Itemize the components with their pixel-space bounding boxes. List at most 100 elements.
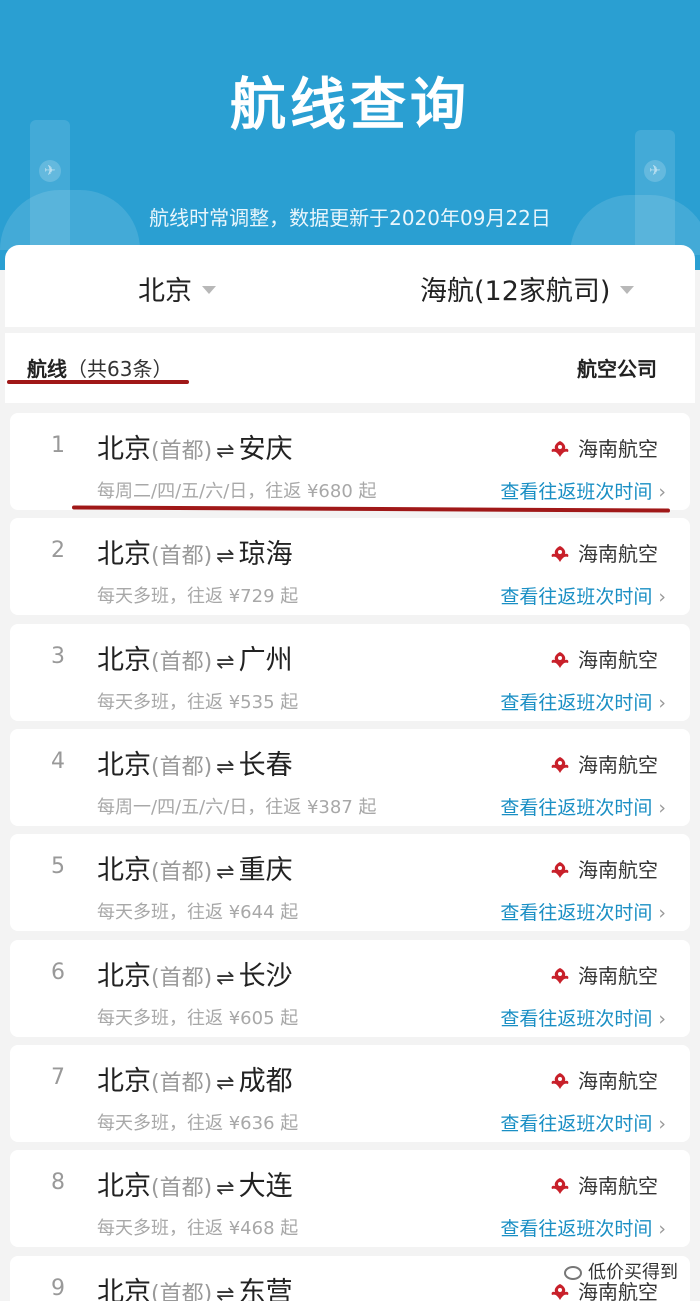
round-trip-icon: ⇌ [216, 755, 235, 780]
page-subtitle: 航线时常调整，数据更新于2020年09月22日 [149, 206, 551, 230]
route-airline: 海南航空 [550, 644, 658, 673]
route-destination: 东营 [238, 1277, 293, 1301]
tab-routes[interactable]: 航线（共63条） [27, 353, 172, 382]
view-schedule-link[interactable]: 查看往返班次时间 › [500, 793, 666, 820]
route-destination: 重庆 [238, 855, 293, 886]
view-schedule-link[interactable]: 查看往返班次时间 › [500, 688, 666, 715]
chevron-right-icon: › [658, 481, 666, 503]
route-card[interactable]: 7 北京(首都) ⇌ 成都 海南航空 每天多班，往返 ¥636 起 查看往返班次时间 › [10, 1045, 690, 1142]
view-schedule-link-label: 查看往返班次时间 [500, 1008, 653, 1030]
view-schedule-link[interactable]: 查看往返班次时间 › [500, 582, 666, 609]
route-destination: 长沙 [238, 961, 293, 992]
route-airline-name: 海南航空 [578, 542, 658, 566]
airplane-icon: ✈ [644, 160, 666, 182]
route-title: 北京(首都) ⇌ 安庆 [97, 427, 293, 466]
route-card[interactable]: 3 北京(首都) ⇌ 广州 海南航空 每天多班，往返 ¥535 起 查看往返班次时间 › [10, 624, 690, 721]
route-index: 8 [51, 1170, 65, 1195]
route-origin: 北京 [97, 1066, 151, 1097]
caret-down-icon [202, 285, 216, 294]
chevron-right-icon: › [658, 586, 666, 608]
view-schedule-link-label: 查看往返班次时间 [500, 1218, 653, 1240]
header-banner: ✈ ✈ 航线查询 航线时常调整，数据更新于2020年09月22日 [0, 0, 700, 270]
route-origin: 北京 [97, 1171, 151, 1202]
route-title: 北京(首都) ⇌ 长沙 [97, 954, 293, 993]
view-schedule-link-label: 查看往返班次时间 [500, 902, 653, 924]
route-origin: 北京 [97, 539, 151, 570]
route-airline: 海南航空 [550, 1065, 658, 1094]
airline-dropdown[interactable]: 海航(12家航司) [420, 269, 635, 308]
route-schedule: 每天多班，往返 ¥468 起 [97, 1218, 299, 1239]
round-trip-icon: ⇌ [216, 544, 235, 569]
route-card[interactable]: 2 北京(首都) ⇌ 琼海 海南航空 每天多班，往返 ¥729 起 查看往返班次时间 › [10, 518, 690, 615]
hainan-airlines-logo-icon [551, 1072, 569, 1089]
caret-down-icon [620, 285, 635, 294]
route-airline: 海南航空 [550, 1170, 658, 1199]
route-destination: 长春 [238, 750, 293, 781]
tab-routes-label: 航线 [27, 357, 67, 381]
round-trip-icon: ⇌ [216, 860, 235, 885]
route-origin-airport: (首都) [151, 755, 213, 780]
route-destination: 琼海 [238, 539, 293, 570]
route-index: 4 [51, 749, 65, 774]
route-origin-airport: (首都) [151, 966, 213, 991]
hainan-airlines-logo-icon [551, 545, 569, 562]
route-card[interactable]: 1 北京(首都) ⇌ 安庆 海南航空 每周二/四/五/六/日，往返 ¥680 起 查看往返班… [10, 413, 690, 510]
round-trip-icon: ⇌ [216, 1071, 235, 1096]
route-origin-airport: (首都) [151, 439, 213, 464]
hainan-airlines-logo-icon [551, 440, 569, 457]
route-origin: 北京 [97, 645, 151, 676]
route-origin: 北京 [97, 855, 151, 886]
view-schedule-link[interactable]: 查看往返班次时间 › [500, 898, 666, 925]
route-airline-name: 海南航空 [578, 964, 658, 988]
route-card[interactable]: 5 北京(首都) ⇌ 重庆 海南航空 每天多班，往返 ¥644 起 查看往返班次时间 › [10, 834, 690, 931]
route-destination: 广州 [238, 645, 293, 676]
hainan-airlines-logo-icon [551, 967, 569, 984]
hainan-airlines-logo-icon [551, 651, 569, 668]
route-origin: 北京 [97, 1277, 151, 1301]
route-title: 北京(首都) ⇌ 东营 [97, 1270, 293, 1301]
city-label: 北京 [138, 276, 192, 307]
view-schedule-link-label: 查看往返班次时间 [500, 481, 653, 503]
hainan-airlines-logo-icon [551, 1177, 569, 1194]
view-schedule-link[interactable]: 查看往返班次时间 › [500, 1214, 666, 1241]
route-index: 7 [51, 1065, 65, 1090]
route-origin-airport: (首都) [151, 1071, 213, 1096]
route-schedule: 每周二/四/五/六/日，往返 ¥680 起 [97, 481, 377, 502]
route-title: 北京(首都) ⇌ 大连 [97, 1164, 293, 1203]
view-schedule-link-label: 查看往返班次时间 [500, 797, 653, 819]
wechat-icon [564, 1266, 582, 1280]
chevron-right-icon: › [658, 1008, 666, 1030]
route-origin-airport: (首都) [151, 650, 213, 675]
route-airline-name: 海南航空 [578, 858, 658, 882]
route-title: 北京(首都) ⇌ 琼海 [97, 532, 293, 571]
route-index: 6 [51, 960, 65, 985]
route-schedule: 每天多班，往返 ¥605 起 [97, 1008, 299, 1029]
round-trip-icon: ⇌ [216, 439, 235, 464]
view-schedule-link-label: 查看往返班次时间 [500, 586, 653, 608]
view-schedule-link-label: 查看往返班次时间 [500, 692, 653, 714]
tab-airlines[interactable]: 航空公司 [577, 353, 657, 382]
route-title: 北京(首都) ⇌ 成都 [97, 1059, 293, 1098]
route-card[interactable]: 4 北京(首都) ⇌ 长春 海南航空 每周一/四/五/六/日，往返 ¥387 起 查看往返班… [10, 729, 690, 826]
city-dropdown[interactable]: 北京 [138, 269, 216, 308]
route-card[interactable]: 6 北京(首都) ⇌ 长沙 海南航空每天多班，往返 ¥605 起 查看往返班次时间 › [10, 940, 690, 1037]
route-origin: 北京 [97, 750, 151, 781]
hainan-airlines-logo-icon [551, 756, 569, 773]
tab-routes-count: （共63条） [67, 357, 173, 381]
route-schedule: 每周一/四/五/六/日，往返 ¥387 起 [97, 797, 377, 818]
hainan-airlines-logo-icon [551, 861, 569, 878]
route-airline: 海南航空 [550, 854, 658, 883]
view-schedule-link[interactable]: 查看往返班次时间 › [500, 1109, 666, 1136]
route-airline: 海南航空 [550, 538, 658, 567]
view-schedule-link[interactable]: 查看往返班次时间 › [500, 1004, 666, 1031]
route-card[interactable]: 8 北京(首都) ⇌ 大连 海南航空每天多班，往返 ¥468 起 查看往返班次时间 › [10, 1150, 690, 1247]
airline-filter-label: 海航(12家航司) [420, 276, 611, 307]
route-airline-name: 海南航空 [578, 648, 658, 672]
view-schedule-link[interactable]: 查看往返班次时间 › [500, 477, 666, 504]
chevron-right-icon: › [658, 797, 666, 819]
chevron-right-icon: › [658, 902, 666, 924]
route-airline: 海南航空 [550, 433, 658, 462]
route-origin-airport: (首都) [151, 1176, 213, 1201]
route-index: 9 [51, 1276, 65, 1301]
round-trip-icon: ⇌ [216, 1282, 235, 1301]
